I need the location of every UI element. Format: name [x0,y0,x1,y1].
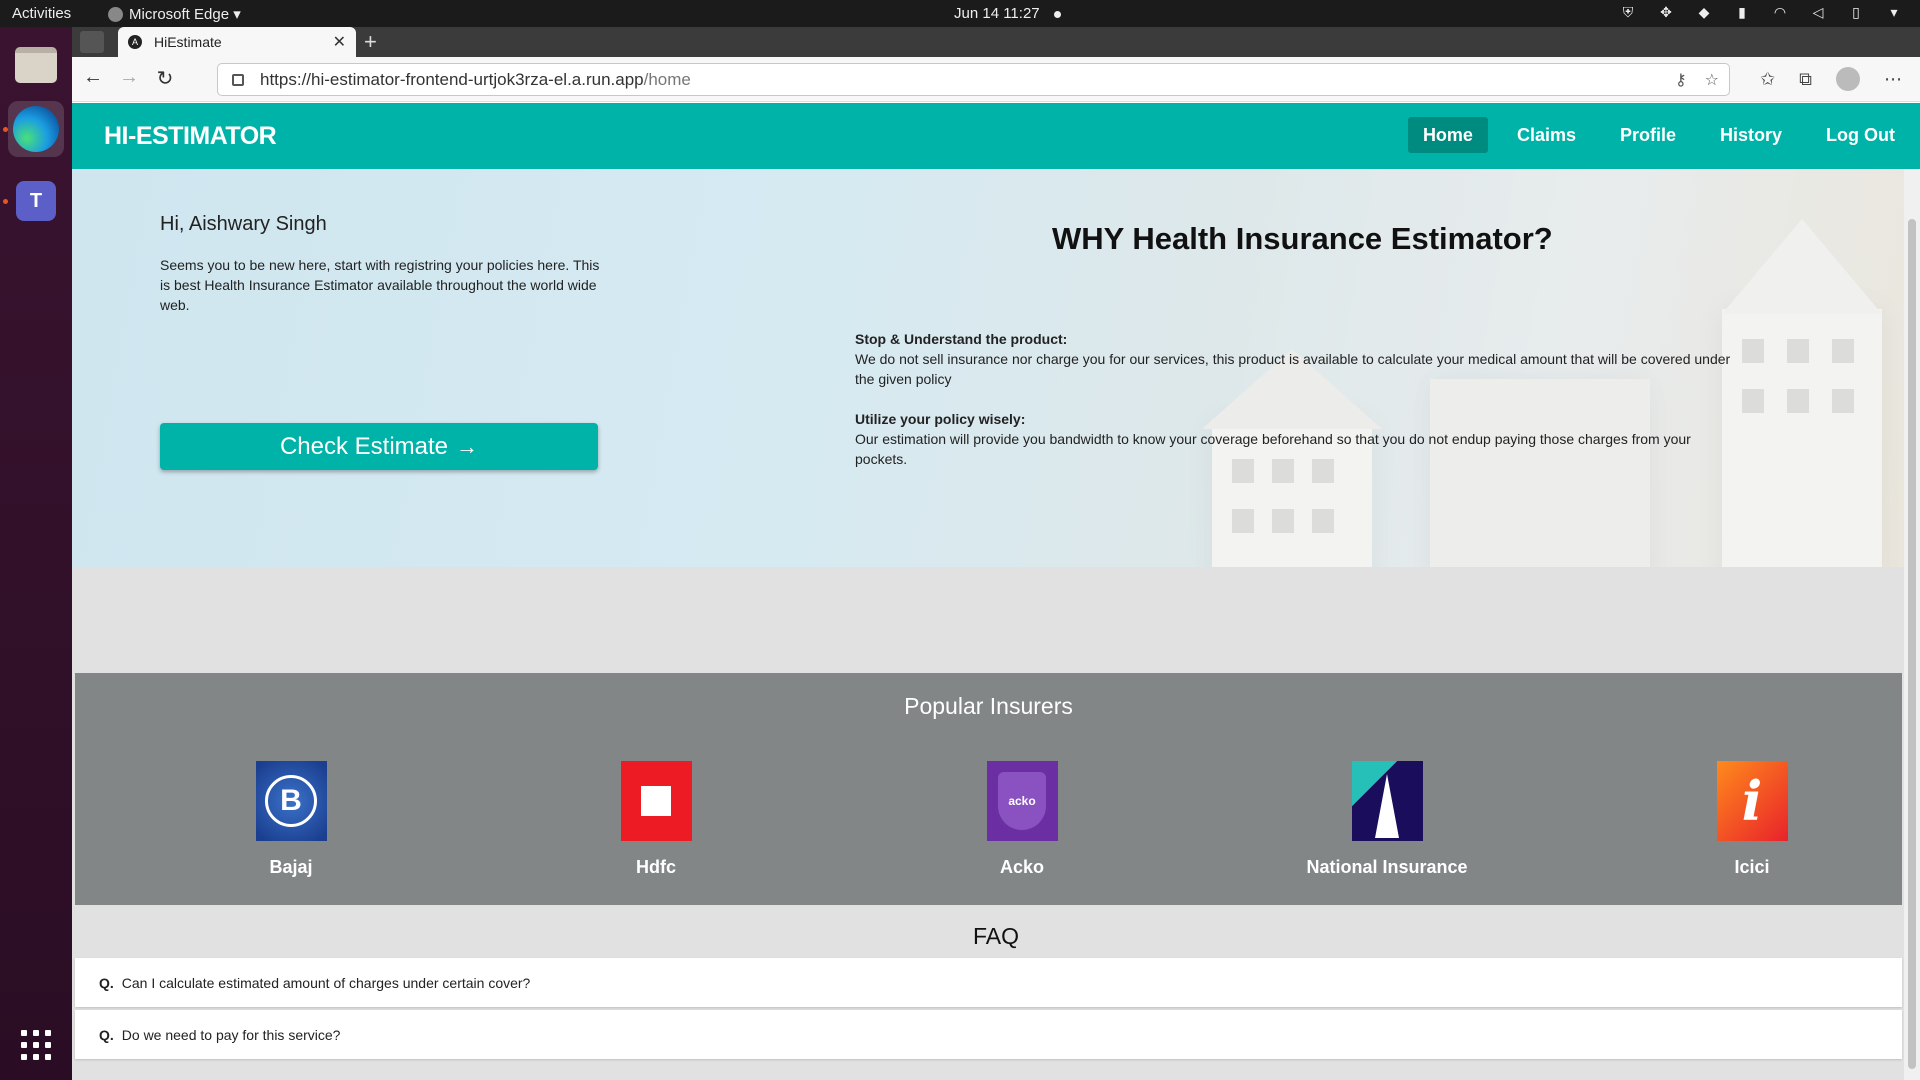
wifi-icon[interactable]: ◠ [1772,4,1788,20]
activities-button[interactable]: Activities [12,5,71,22]
files-app-icon[interactable] [8,37,64,93]
web-page: HI-ESTIMATOR Home Claims Profile History… [72,103,1920,1080]
hdfc-logo-icon [620,761,692,841]
url-host: https://hi-estimator-frontend-urtjok3rza… [260,69,644,89]
profile-avatar-icon[interactable] [1836,67,1860,91]
insurer-card[interactable]: B Bajaj [191,761,391,878]
tab-hiestimate[interactable]: A HiEstimate ✕ [118,27,356,57]
more-menu-icon[interactable]: ⋯ [1884,69,1902,90]
system-top-bar: Activities Microsoft Edge ▾ Jun 14 11:27… [0,0,1920,27]
nav-profile[interactable]: Profile [1605,117,1691,153]
insurer-name: Icici [1734,857,1770,877]
teams-app-icon[interactable]: T [8,173,64,229]
benefit-text: We do not sell insurance nor charge you … [855,351,1731,387]
national-insurance-logo-icon [1351,761,1423,841]
insurer-card[interactable]: National Insurance [1287,761,1487,878]
notification-dot-icon [1053,10,1061,18]
nav-claims[interactable]: Claims [1502,117,1591,153]
refresh-icon[interactable]: ↻ [152,66,178,91]
greeting: Hi, Aishwary Singh [160,213,327,235]
arrow-right-icon: → [456,433,479,459]
close-tab-icon[interactable]: ✕ [333,32,346,52]
benefit-text: Our estimation will provide you bandwidt… [855,431,1691,467]
insurers-title: Popular Insurers [904,693,1073,719]
faq-q-prefix: Q. [99,1026,114,1043]
shield-icon[interactable]: ⛨ [1620,4,1636,20]
faq-item[interactable]: Q. Can I calculate estimated amount of c… [75,958,1902,1007]
collections-icon[interactable]: ⧉ [1799,69,1812,90]
dock: T [0,27,72,1080]
app-tray-icon[interactable]: ▮ [1734,4,1750,20]
edge-app-icon[interactable] [8,101,64,157]
faq-question: Do we need to pay for this service? [121,1026,341,1043]
faq-q-prefix: Q. [99,974,114,991]
insurer-name: Bajaj [269,857,313,877]
edge-small-icon [108,6,123,22]
background-house [1722,219,1882,567]
forward-icon[interactable]: → [116,66,142,89]
app-menu-label: Microsoft Edge ▾ [129,6,241,23]
intro-text: Seems you to be new here, start with reg… [160,257,600,313]
angular-favicon-icon: A [128,35,142,49]
show-applications-icon[interactable] [21,1030,51,1060]
app-menu[interactable]: Microsoft Edge ▾ [108,5,241,23]
sync-icon[interactable]: ✥ [1658,4,1674,20]
benefit-heading: Utilize your policy wisely: [855,411,1026,427]
browser-window: A HiEstimate ✕ + ← → ↻ https://hi-estima… [72,27,1920,1080]
url-path: /home [643,69,691,89]
back-icon[interactable]: ← [80,66,106,89]
new-tab-icon[interactable]: + [364,29,377,55]
bajaj-logo-icon: B [255,761,327,841]
address-bar[interactable]: https://hi-estimator-frontend-urtjok3rza… [217,63,1730,96]
favorites-icon[interactable]: ✩ [1760,69,1775,90]
insurer-card[interactable]: Hdfc [556,761,756,878]
scrollbar-thumb[interactable] [1908,219,1916,1069]
volume-icon[interactable]: ◁ [1810,4,1826,20]
nav-links: Home Claims Profile History Log Out [1394,117,1910,153]
lock-icon[interactable] [232,73,244,86]
benefit-point: Utilize your policy wisely: Our estimati… [855,409,1735,469]
system-tray[interactable]: ⛨ ✥ ◆ ▮ ◠ ◁ ▯ ▾ [1620,4,1902,20]
insurer-card[interactable]: i Icici [1652,761,1852,878]
nav-history[interactable]: History [1705,117,1797,153]
app-navbar: HI-ESTIMATOR Home Claims Profile History… [72,103,1920,169]
icici-logo-icon: i [1716,761,1788,841]
faq-title: FAQ [972,923,1019,949]
key-icon[interactable]: ⚷ [1675,70,1687,90]
benefit-heading: Stop & Understand the product: [855,331,1068,347]
check-estimate-label: Check Estimate [279,432,449,460]
teams-tray-icon[interactable]: ◆ [1696,4,1712,20]
insurer-name: Hdfc [636,857,676,877]
nav-home[interactable]: Home [1407,117,1488,153]
nav-logout[interactable]: Log Out [1811,117,1910,153]
benefit-point: Stop & Understand the product: We do not… [855,329,1735,389]
popular-insurers-section: Popular Insurers B Bajaj Hdfc acko Acko … [75,673,1902,905]
tab-actions-icon[interactable] [80,31,104,53]
tab-title: HiEstimate [154,34,222,50]
tab-strip: A HiEstimate ✕ + [72,27,1920,57]
system-menu-chevron-icon[interactable]: ▾ [1886,4,1902,20]
faq-question: Can I calculate estimated amount of char… [121,974,531,991]
page-scrollbar[interactable] [1904,169,1920,1080]
system-clock[interactable]: Jun 14 11:27 [954,5,1061,22]
check-estimate-button[interactable]: Check Estimate → [160,423,598,470]
why-title: WHY Health Insurance Estimator? [1052,221,1553,256]
browser-toolbar: ← → ↻ https://hi-estimator-frontend-urtj… [72,57,1920,102]
acko-logo-icon: acko [986,761,1058,841]
faq-item[interactable]: Q. Do we need to pay for this service? [75,1010,1902,1059]
insurer-name: Acko [999,857,1044,877]
battery-icon[interactable]: ▯ [1848,4,1864,20]
clock-text: Jun 14 11:27 [954,5,1040,22]
background-house [1430,379,1650,567]
add-favorite-icon[interactable]: ☆ [1705,70,1719,90]
insurer-card[interactable]: acko Acko [922,761,1122,878]
brand-logo[interactable]: HI-ESTIMATOR [104,122,277,151]
insurer-name: National Insurance [1306,857,1468,877]
hero-section: Hi, Aishwary Singh Seems you to be new h… [72,169,1920,567]
